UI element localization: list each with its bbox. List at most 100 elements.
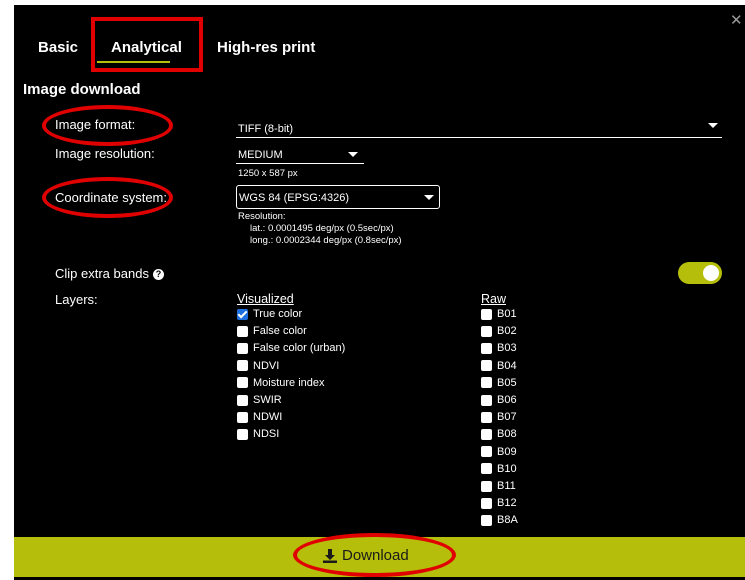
chevron-down-icon [708, 123, 718, 128]
checkbox[interactable] [237, 428, 248, 440]
resolution-title: Resolution: [238, 211, 286, 222]
checkbox[interactable] [237, 394, 248, 406]
raw-layer-label: B02 [497, 325, 517, 338]
visualized-layer-label: NDWI [253, 411, 283, 424]
visualized-layer-label: Moisture index [253, 376, 325, 389]
toggle-knob [703, 265, 719, 281]
long-resolution: long.: 0.0002344 deg/px (0.8sec/px) [250, 235, 402, 246]
visualized-layer-label: NDSI [253, 428, 280, 441]
visualized-layer-item[interactable]: NDSI [237, 427, 279, 441]
image-format-value: TIFF (8-bit) [238, 123, 293, 135]
close-icon[interactable]: ✕ [730, 13, 743, 28]
raw-layer-label: B11 [497, 480, 516, 492]
visualized-layer-item[interactable]: False color [237, 324, 307, 338]
active-tab-indicator [97, 61, 170, 63]
checkbox[interactable] [237, 377, 248, 389]
visualized-layer-item[interactable]: NDWI [237, 410, 282, 424]
raw-layer-item[interactable]: B04 [481, 359, 517, 373]
raw-layer-label: B12 [497, 497, 517, 510]
image-format-label: Image format: [55, 117, 136, 132]
checkbox[interactable] [481, 463, 492, 475]
raw-layer-item[interactable]: B06 [481, 393, 517, 407]
checkbox[interactable] [237, 411, 248, 423]
raw-layer-item[interactable]: B02 [481, 324, 517, 338]
checkbox[interactable] [481, 497, 492, 509]
image-resolution-select[interactable]: MEDIUM [236, 147, 364, 164]
raw-layer-item[interactable]: B09 [481, 445, 517, 459]
select-underline [236, 163, 364, 164]
checkbox[interactable] [237, 342, 248, 354]
image-size-text: 1250 x 587 px [238, 168, 298, 179]
checkbox[interactable] [481, 342, 492, 354]
visualized-layer-label: SWIR [253, 394, 282, 406]
image-resolution-label: Image resolution: [55, 146, 155, 161]
download-icon [323, 548, 337, 563]
checkbox[interactable] [481, 428, 492, 440]
checkbox[interactable] [481, 308, 492, 320]
coordinate-system-label: Coordinate system: [55, 190, 167, 205]
visualized-layer-item[interactable]: True color [237, 307, 302, 321]
download-content: Download [323, 547, 409, 564]
checkbox[interactable] [237, 360, 248, 372]
raw-layer-label: B06 [497, 394, 517, 406]
download-label: Download [342, 547, 409, 564]
raw-header: Raw [481, 292, 507, 306]
coordinate-system-value: WGS 84 (EPSG:4326) [239, 192, 350, 204]
select-underline [236, 137, 722, 138]
raw-layer-label: B8A [497, 514, 518, 527]
clip-extra-bands-text: Clip extra bands [55, 266, 149, 281]
checkbox[interactable] [481, 480, 492, 492]
visualized-layer-label: False color (urban) [253, 342, 346, 355]
chevron-down-icon [348, 152, 358, 157]
visualized-layer-item[interactable]: SWIR [237, 393, 282, 407]
checkbox[interactable] [237, 308, 248, 320]
raw-layer-label: B04 [497, 359, 517, 372]
raw-layer-item[interactable]: B05 [481, 376, 517, 390]
lat-resolution: lat.: 0.0001495 deg/px (0.5sec/px) [250, 223, 394, 234]
download-dialog: ✕ Basic Analytical High-res print Image … [14, 5, 745, 580]
raw-layer-label: B05 [497, 376, 517, 389]
checkbox[interactable] [481, 360, 492, 372]
raw-layer-item[interactable]: B07 [481, 410, 517, 424]
raw-layer-item[interactable]: B08 [481, 427, 517, 441]
checkbox[interactable] [481, 446, 492, 458]
raw-layer-item[interactable]: B8A [481, 513, 518, 527]
visualized-layer-item[interactable]: NDVI [237, 359, 279, 373]
visualized-layer-item[interactable]: False color (urban) [237, 341, 345, 355]
layers-label: Layers: [55, 292, 98, 307]
clip-extra-bands-label: Clip extra bands? [55, 266, 164, 281]
raw-layer-label: B09 [497, 445, 517, 458]
coordinate-system-select[interactable]: WGS 84 (EPSG:4326) [236, 185, 440, 209]
help-icon[interactable]: ? [152, 269, 164, 280]
raw-layer-item[interactable]: B11 [481, 479, 516, 493]
checkbox[interactable] [237, 325, 248, 337]
checkbox[interactable] [481, 411, 492, 423]
download-button[interactable]: Download [14, 537, 745, 577]
raw-layer-item[interactable]: B10 [481, 462, 517, 476]
raw-layer-label: B10 [497, 462, 517, 475]
raw-layer-item[interactable]: B01 [481, 307, 517, 321]
raw-layer-label: B08 [497, 428, 517, 441]
raw-layer-label: B03 [497, 342, 517, 355]
visualized-layer-label: False color [253, 325, 307, 338]
checkbox[interactable] [481, 514, 492, 526]
checkbox[interactable] [481, 325, 492, 337]
visualized-layer-label: NDVI [253, 359, 280, 372]
tab-analytical[interactable]: Analytical [111, 39, 182, 56]
checkbox[interactable] [481, 377, 492, 389]
raw-layer-label: B07 [497, 411, 517, 424]
section-title: Image download [23, 81, 141, 98]
image-format-select[interactable]: TIFF (8-bit) [236, 116, 722, 138]
visualized-header: Visualized [237, 292, 294, 306]
clip-extra-bands-toggle[interactable] [678, 262, 722, 284]
tab-basic[interactable]: Basic [38, 39, 78, 56]
image-resolution-value: MEDIUM [238, 149, 283, 161]
tab-high-res-print[interactable]: High-res print [217, 39, 315, 56]
raw-layer-item[interactable]: B12 [481, 496, 517, 510]
raw-layer-item[interactable]: B03 [481, 341, 517, 355]
visualized-layer-label: True color [253, 308, 303, 320]
raw-layer-label: B01 [497, 308, 517, 320]
chevron-down-icon [424, 195, 434, 200]
checkbox[interactable] [481, 394, 492, 406]
visualized-layer-item[interactable]: Moisture index [237, 376, 325, 390]
